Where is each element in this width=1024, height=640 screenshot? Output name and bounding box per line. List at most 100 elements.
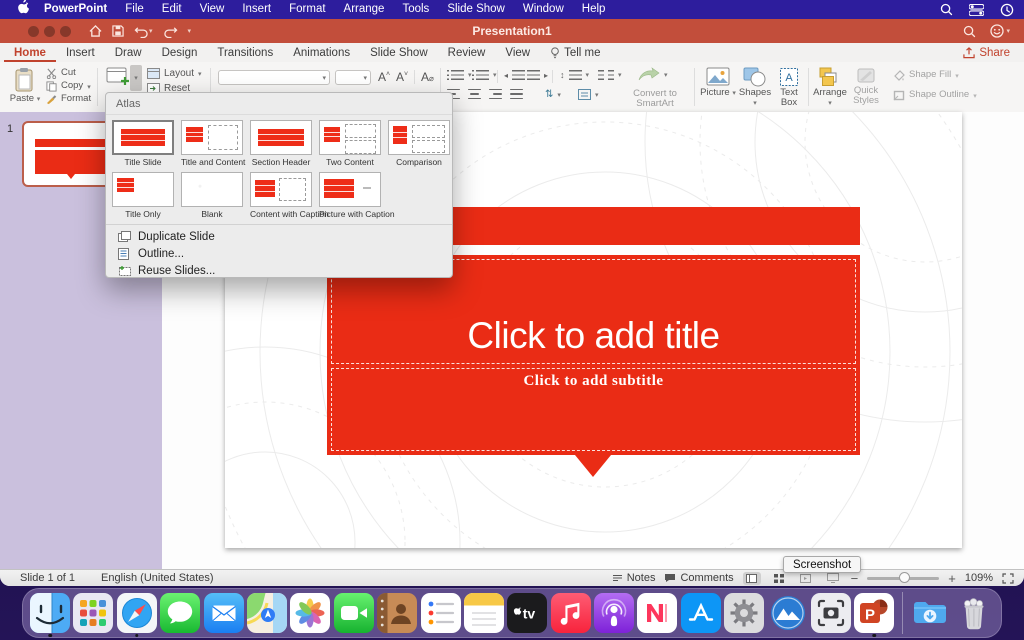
minimize-button[interactable] <box>44 26 55 37</box>
new-slide-dropdown[interactable]: ▾ <box>130 65 142 91</box>
shapes-button[interactable]: Shapes ▾ <box>738 67 772 109</box>
tab-slide-show[interactable]: Slide Show <box>360 43 438 62</box>
menu-slide-show[interactable]: Slide Show <box>438 0 514 19</box>
comments-button[interactable]: Comments <box>664 572 733 584</box>
reading-view-button[interactable] <box>797 572 815 585</box>
dock-downloads-icon[interactable] <box>910 593 950 633</box>
copy-button[interactable]: Copy▾ <box>46 81 91 92</box>
tab-home[interactable]: Home <box>4 43 56 62</box>
menu-edit[interactable]: Edit <box>153 0 191 19</box>
dock-trash-icon[interactable] <box>954 593 994 633</box>
menu-help[interactable]: Help <box>573 0 615 19</box>
dock-powerpoint-icon[interactable]: P <box>854 593 894 633</box>
numbering-button[interactable]: ▾ <box>472 70 497 80</box>
slide-sorter-view-button[interactable] <box>770 572 788 585</box>
dock-messages-icon[interactable] <box>160 593 200 633</box>
layout-blank[interactable]: Blank <box>181 172 243 219</box>
home-icon[interactable] <box>89 25 102 37</box>
layout-title-only[interactable]: Title Only <box>112 172 174 219</box>
dock-settings-icon[interactable] <box>724 593 764 633</box>
close-button[interactable] <box>28 26 39 37</box>
dock-finder-icon[interactable] <box>30 593 70 633</box>
quick-styles-button[interactable]: Quick Styles <box>849 67 883 107</box>
search-icon[interactable] <box>940 3 953 16</box>
apple-menu[interactable] <box>10 0 35 21</box>
paste-button[interactable]: Paste ▾ <box>8 67 42 104</box>
tab-design[interactable]: Design <box>152 43 208 62</box>
redo-icon[interactable] <box>163 25 178 38</box>
decrease-indent-button[interactable]: ◂ <box>504 70 525 80</box>
layout-picture-with-caption[interactable]: Picture with Caption <box>319 172 381 219</box>
align-right-button[interactable] <box>489 89 502 99</box>
zoom-button[interactable] <box>60 26 71 37</box>
dock-notes-icon[interactable] <box>464 593 504 633</box>
menu-item-outline[interactable]: Outline... <box>106 245 452 262</box>
decrease-font-button[interactable]: A˅ <box>396 70 408 84</box>
layout-comparison[interactable]: Comparison <box>388 120 450 167</box>
control-center-icon[interactable] <box>969 4 984 16</box>
dock-screenshot-icon[interactable] <box>811 593 851 633</box>
dock-news-icon[interactable] <box>637 593 677 633</box>
arrange-button[interactable]: Arrange ▾ <box>813 67 847 109</box>
layout-content-with-caption[interactable]: Content with Caption <box>250 172 312 219</box>
justify-button[interactable] <box>510 89 523 99</box>
dock-mail-icon[interactable] <box>204 593 244 633</box>
layout-title-slide[interactable]: Title Slide <box>112 120 174 167</box>
menu-window[interactable]: Window <box>514 0 573 19</box>
dock-mountain-app-icon[interactable] <box>768 593 808 633</box>
normal-view-button[interactable] <box>743 572 761 585</box>
text-direction-button[interactable]: ⇅▾ <box>545 89 561 100</box>
convert-to-smartart-button[interactable]: Convert to SmartArt <box>622 89 688 110</box>
tab-transitions[interactable]: Transitions <box>207 43 283 62</box>
zoom-in-button[interactable]: + <box>948 571 956 586</box>
account-menu[interactable]: ▾ <box>990 24 1010 38</box>
undo-icon[interactable]: ▾ <box>134 25 153 38</box>
menu-tools[interactable]: Tools <box>393 0 438 19</box>
clock-icon[interactable] <box>1000 3 1014 17</box>
align-text-button[interactable]: ▾ <box>578 89 599 100</box>
align-center-button[interactable] <box>468 89 481 99</box>
layout-title-and-content[interactable]: Title and Content <box>181 120 243 167</box>
smartart-graphic-button[interactable]: ▾ <box>638 67 668 83</box>
menu-view[interactable]: View <box>191 0 234 19</box>
menu-item-reuse-slides[interactable]: Reuse Slides... <box>106 262 452 279</box>
picture-button[interactable]: Picture ▾ <box>700 67 736 98</box>
subtitle-placeholder[interactable]: Click to add subtitle <box>331 368 856 451</box>
zoom-slider-knob[interactable] <box>899 572 910 583</box>
notes-button[interactable]: Notes <box>612 572 656 584</box>
dock-safari-icon[interactable] <box>117 593 157 633</box>
slide-thumbnail[interactable] <box>22 121 118 187</box>
font-name-combobox[interactable]: ▾ <box>218 70 330 85</box>
dock-maps-icon[interactable] <box>247 593 287 633</box>
tab-animations[interactable]: Animations <box>283 43 360 62</box>
dock-launchpad-icon[interactable] <box>73 593 113 633</box>
font-size-combobox[interactable]: ▾ <box>335 70 371 85</box>
menu-format[interactable]: Format <box>280 0 334 19</box>
increase-font-button[interactable]: A˄ <box>378 70 390 84</box>
tab-view[interactable]: View <box>495 43 540 62</box>
slideshow-view-button[interactable] <box>824 572 842 585</box>
increase-indent-button[interactable]: ▸ <box>527 70 548 80</box>
ribbon-search-icon[interactable] <box>963 25 976 38</box>
text-box-button[interactable]: A Text Box <box>774 67 804 109</box>
language-indicator[interactable]: English (United States) <box>101 572 214 584</box>
cut-button[interactable]: Cut <box>46 68 76 79</box>
menu-powerpoint[interactable]: PowerPoint <box>35 0 116 19</box>
menu-insert[interactable]: Insert <box>233 0 280 19</box>
layout-two-content[interactable]: Two Content <box>319 120 381 167</box>
tab-review[interactable]: Review <box>438 43 496 62</box>
shape-outline-button[interactable]: Shape Outline▾ <box>893 90 977 101</box>
tab-draw[interactable]: Draw <box>105 43 152 62</box>
share-button[interactable]: Share <box>963 47 1010 59</box>
toolbar-options-icon[interactable]: ▾ <box>188 27 192 35</box>
layout-section-header[interactable]: Section Header <box>250 120 312 167</box>
clear-formatting-button[interactable]: A⌀ <box>421 70 434 84</box>
tab-insert[interactable]: Insert <box>56 43 105 62</box>
dock-photos-icon[interactable] <box>290 593 330 633</box>
format-painter-button[interactable]: Format <box>46 94 91 105</box>
shape-fill-button[interactable]: Shape Fill▾ <box>893 70 959 81</box>
line-spacing-button[interactable]: ↕▾ <box>560 70 589 80</box>
menu-item-duplicate-slide[interactable]: Duplicate Slide <box>106 228 452 245</box>
dock-tv-icon[interactable]: tv <box>507 593 547 633</box>
dock-contacts-icon[interactable] <box>377 593 417 633</box>
